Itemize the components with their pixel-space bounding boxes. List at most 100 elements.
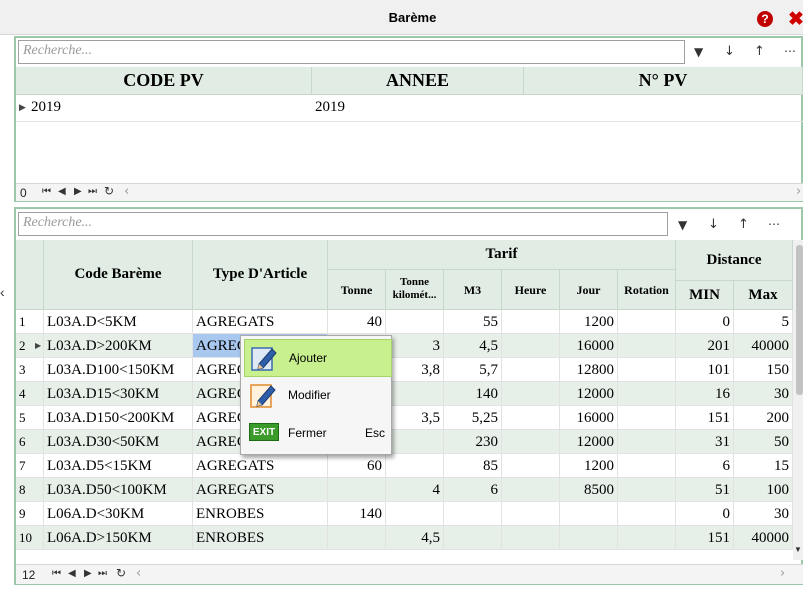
header-type-article[interactable]: Type D'Article (193, 240, 328, 310)
scroll-left-icon[interactable]: ‹ (124, 184, 129, 199)
cell-jour[interactable]: 12800 (560, 358, 618, 382)
cell-tonne-km[interactable] (386, 502, 444, 526)
cell-min[interactable]: 6 (676, 454, 734, 478)
cell-type-article[interactable]: AGREGATS (193, 454, 328, 478)
cell-type-article[interactable]: AGREGATS (193, 310, 328, 334)
table-row[interactable]: 7 L03A.D5<15KM AGREGATS 60 85 1200 6 15 (16, 454, 793, 478)
cell-code-bareme[interactable]: L03A.D>200KM (44, 334, 193, 358)
cell-row-number[interactable]: 1 (16, 310, 44, 334)
bottom-more-icon[interactable]: ⋯ (768, 217, 780, 231)
last-record-icon[interactable]: ⏭ (88, 186, 97, 197)
table-row[interactable]: 8 L03A.D50<100KM AGREGATS 4 6 8500 51 100 (16, 478, 793, 502)
table-row[interactable]: 2 L03A.D>200KM AGREGATS 3 4,5 16000 201 40000 ▶ (16, 334, 793, 358)
cell-rotation[interactable] (618, 502, 676, 526)
cell-type-article[interactable]: ENROBES (193, 502, 328, 526)
cell-rotation[interactable] (618, 430, 676, 454)
cell-min[interactable]: 16 (676, 382, 734, 406)
cell-code-bareme[interactable]: L03A.D150<200KM (44, 406, 193, 430)
cell-tonne-km[interactable]: 3,8 (386, 358, 444, 382)
cell-heure[interactable] (502, 430, 560, 454)
cell-tonne-km[interactable] (386, 454, 444, 478)
table-row[interactable]: ▶ 2019 2019 (16, 96, 803, 122)
cell-min[interactable]: 0 (676, 502, 734, 526)
cell-m3[interactable] (444, 526, 502, 550)
cell-rotation[interactable] (618, 526, 676, 550)
header-tonne[interactable]: Tonne (328, 270, 386, 310)
cell-max[interactable]: 150 (734, 358, 793, 382)
refresh-icon[interactable]: ↻ (116, 566, 126, 580)
cell-m3[interactable]: 140 (444, 382, 502, 406)
cell-jour[interactable]: 16000 (560, 406, 618, 430)
cell-heure[interactable] (502, 334, 560, 358)
cell-row-number[interactable]: 4 (16, 382, 44, 406)
cell-tonne-km[interactable]: 4 (386, 478, 444, 502)
cell-code-bareme[interactable]: L06A.D>150KM (44, 526, 193, 550)
cell-min[interactable]: 101 (676, 358, 734, 382)
cell-row-number[interactable]: 7 (16, 454, 44, 478)
prev-record-icon[interactable]: ◀ (58, 186, 66, 197)
cell-rotation[interactable] (618, 382, 676, 406)
cell-tonne-km[interactable] (386, 310, 444, 334)
cell-tonne[interactable]: 40 (328, 310, 386, 334)
top-sort-up-icon[interactable]: ↑ (754, 44, 765, 59)
last-record-icon[interactable]: ⏭ (98, 568, 107, 579)
cell-rotation[interactable] (618, 478, 676, 502)
cell-rotation[interactable] (618, 454, 676, 478)
table-row[interactable]: 9 L06A.D<30KM ENROBES 140 0 30 (16, 502, 793, 526)
cell-heure[interactable] (502, 478, 560, 502)
first-record-icon[interactable]: ⏮ (42, 186, 51, 197)
cell-tonne[interactable]: 140 (328, 502, 386, 526)
cell-type-article[interactable]: ENROBES (193, 526, 328, 550)
cell-max[interactable]: 15 (734, 454, 793, 478)
next-record-icon[interactable]: ▶ (74, 186, 82, 197)
cell-max[interactable]: 30 (734, 502, 793, 526)
cell-rotation[interactable] (618, 334, 676, 358)
header-jour[interactable]: Jour (560, 270, 618, 310)
cell-m3[interactable]: 85 (444, 454, 502, 478)
cell-rotation[interactable] (618, 406, 676, 430)
header-heure[interactable]: Heure (502, 270, 560, 310)
cell-tonne-km[interactable]: 4,5 (386, 526, 444, 550)
cell-min[interactable]: 31 (676, 430, 734, 454)
cell-tonne-km[interactable] (386, 430, 444, 454)
cell-row-number[interactable]: 9 (16, 502, 44, 526)
cell-heure[interactable] (502, 526, 560, 550)
cell-max[interactable]: 40000 (734, 334, 793, 358)
cell-tonne-km[interactable]: 3 (386, 334, 444, 358)
cell-m3[interactable]: 55 (444, 310, 502, 334)
cell-heure[interactable] (502, 358, 560, 382)
close-icon[interactable]: ✖ (788, 8, 803, 30)
header-m3[interactable]: M3 (444, 270, 502, 310)
cell-max[interactable]: 40000 (734, 526, 793, 550)
cell-m3[interactable]: 6 (444, 478, 502, 502)
bottom-filter-icon[interactable]: ▼ (678, 218, 687, 232)
cell-jour[interactable]: 16000 (560, 334, 618, 358)
cell-jour[interactable] (560, 502, 618, 526)
prev-record-icon[interactable]: ◀ (68, 568, 76, 579)
cell-heure[interactable] (502, 454, 560, 478)
cell-tonne[interactable] (328, 526, 386, 550)
cell-jour[interactable]: 1200 (560, 310, 618, 334)
table-row[interactable]: 6 L03A.D30<50KM AGREGATS 230 12000 31 50 (16, 430, 793, 454)
cell-tonne[interactable]: 60 (328, 454, 386, 478)
cell-row-number[interactable]: 3 (16, 358, 44, 382)
scroll-right-icon[interactable]: › (796, 184, 801, 199)
cell-max[interactable]: 100 (734, 478, 793, 502)
menu-item-ajouter[interactable]: Ajouter (244, 339, 392, 377)
cell-jour[interactable]: 12000 (560, 430, 618, 454)
cell-min[interactable]: 151 (676, 526, 734, 550)
cell-rotation[interactable] (618, 358, 676, 382)
header-tonne-km[interactable]: Tonne kilomét... (386, 270, 444, 310)
cell-jour[interactable]: 8500 (560, 478, 618, 502)
cell-rotation[interactable] (618, 310, 676, 334)
header-no-pv[interactable]: N° PV (524, 67, 803, 95)
cell-row-number[interactable]: 10 (16, 526, 44, 550)
bottom-sort-down-icon[interactable]: ↓ (708, 217, 719, 232)
top-sort-down-icon[interactable]: ↓ (724, 44, 735, 59)
cell-m3[interactable]: 230 (444, 430, 502, 454)
cell-heure[interactable] (502, 310, 560, 334)
cell-row-number[interactable]: 6 (16, 430, 44, 454)
scroll-left-icon[interactable]: ‹ (136, 566, 141, 581)
cell-jour[interactable]: 12000 (560, 382, 618, 406)
header-min[interactable]: MIN (676, 281, 734, 310)
